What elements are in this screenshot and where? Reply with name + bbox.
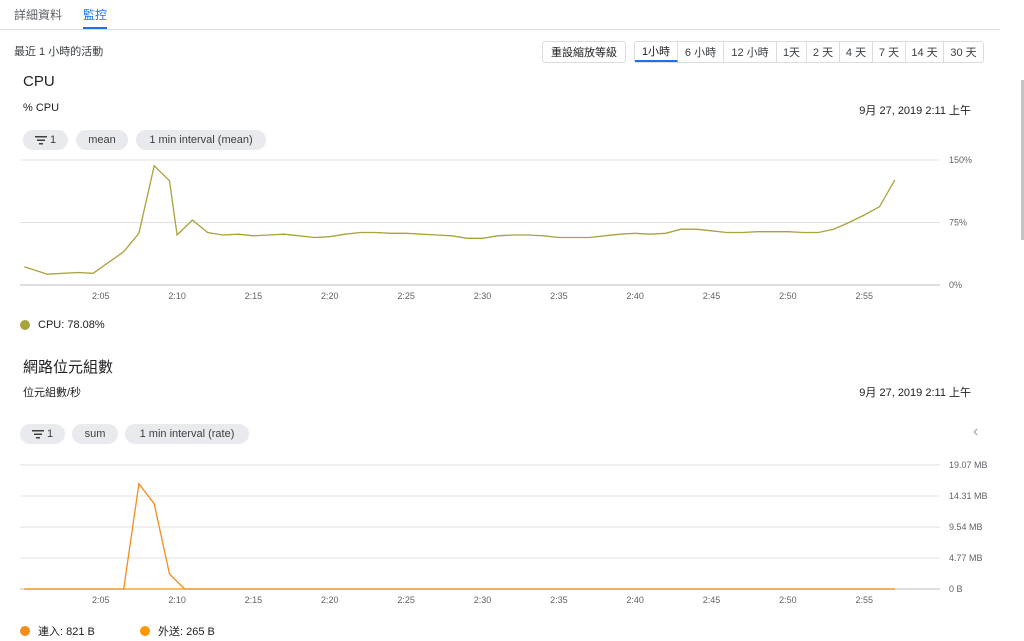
cpu-legend-dot [20, 320, 30, 330]
network-out-legend-label: 外送: 265 B [158, 626, 215, 638]
activity-period-label: 最近 1 小時的活動 [14, 46, 104, 58]
x-tick-label: 2:45 [703, 291, 721, 301]
x-tick-label: 2:35 [550, 595, 568, 605]
cpu-legend-item: CPU: 78.08% [20, 319, 105, 331]
y-tick-label: 14.31 MB [949, 491, 988, 501]
network-interval-chip[interactable]: 1 min interval (rate) [125, 424, 249, 444]
network-chart[interactable]: 0 B 4.77 MB 9.54 MB 14.31 MB 19.07 MB 2:05 2:1… [0, 455, 1000, 615]
x-tick-label: 2:55 [855, 291, 873, 301]
x-tick-label: 2:40 [626, 595, 644, 605]
range-2-days[interactable]: 2 天 [807, 42, 840, 62]
y-tick-label: 0 B [949, 584, 963, 594]
y-tick-label: 4.77 MB [949, 553, 983, 563]
x-tick-label: 2:05 [92, 595, 110, 605]
range-1-day[interactable]: 1天 [777, 42, 807, 62]
tab-bar: 詳細資料 監控 [0, 0, 1000, 30]
cpu-chart-title: CPU [23, 73, 55, 90]
x-tick-label: 2:50 [779, 595, 797, 605]
network-in-legend-label: 連入: 821 B [38, 626, 95, 638]
y-tick-label: 19.07 MB [949, 460, 988, 470]
x-tick-label: 2:25 [397, 595, 415, 605]
y-tick-label: 0% [949, 280, 962, 290]
network-in-legend-item: 連入: 821 B [20, 623, 95, 639]
x-tick-label: 2:45 [703, 595, 721, 605]
series-line [24, 482, 895, 590]
network-filter-chip[interactable]: 1 [20, 424, 65, 444]
filter-icon [34, 135, 47, 144]
x-tick-label: 2:50 [779, 291, 797, 301]
x-tick-label: 2:55 [855, 595, 873, 605]
x-tick-label: 2:10 [168, 595, 186, 605]
y-tick-label: 150% [949, 155, 972, 165]
x-tick-label: 2:40 [626, 291, 644, 301]
cpu-legend-label: CPU: 78.08% [38, 319, 105, 331]
x-tick-label: 2:35 [550, 291, 568, 301]
network-out-legend-dot [140, 626, 150, 636]
x-tick-label: 2:30 [474, 291, 492, 301]
network-in-legend-dot [20, 626, 30, 636]
range-7-days[interactable]: 7 天 [873, 42, 906, 62]
reset-zoom-button[interactable]: 重設縮放等級 [542, 41, 626, 63]
active-tab-indicator [83, 27, 107, 29]
x-tick-label: 2:05 [92, 291, 110, 301]
network-filter-count: 1 [46, 428, 54, 440]
network-aggregator-chip[interactable]: sum [72, 424, 118, 444]
network-out-legend-item: 外送: 265 B [140, 623, 215, 639]
range-4-days[interactable]: 4 天 [840, 42, 873, 62]
x-tick-label: 2:15 [245, 291, 263, 301]
range-6-hours[interactable]: 6 小時 [678, 42, 724, 62]
series-line [24, 164, 896, 275]
filter-icon [31, 429, 44, 438]
tab-details[interactable]: 詳細資料 [14, 6, 62, 23]
cpu-chart-subtitle: % CPU [23, 102, 60, 114]
chevron-left-icon[interactable]: ‹ [973, 423, 978, 441]
range-14-days[interactable]: 14 天 [906, 42, 944, 62]
x-tick-label: 2:30 [474, 595, 492, 605]
network-chart-date: 9月 27, 2019 2:11 上午 [859, 387, 971, 399]
tab-monitoring[interactable]: 監控 [83, 6, 107, 23]
cpu-chart[interactable]: 0% 75% 150% 2:05 2:10 2:15 2:20 2:25 2:30 2:35 2:4… [0, 145, 1000, 305]
x-tick-label: 2:20 [321, 595, 339, 605]
y-tick-label: 9.54 MB [949, 522, 983, 532]
y-tick-label: 75% [949, 218, 967, 228]
x-tick-label: 2:15 [245, 595, 263, 605]
x-tick-label: 2:25 [397, 291, 415, 301]
range-12-hours[interactable]: 12 小時 [724, 42, 777, 62]
range-30-days[interactable]: 30 天 [944, 42, 983, 62]
time-range-selector: 1小時 6 小時 12 小時 1天 2 天 4 天 7 天 14 天 30 天 [634, 41, 984, 63]
cpu-chart-date: 9月 27, 2019 2:11 上午 [859, 105, 971, 117]
network-chart-subtitle: 位元組數/秒 [23, 387, 82, 399]
x-tick-label: 2:20 [321, 291, 339, 301]
x-tick-label: 2:10 [168, 291, 186, 301]
range-1-hour[interactable]: 1小時 [635, 42, 678, 62]
network-chart-title: 網路位元組數 [23, 359, 114, 376]
